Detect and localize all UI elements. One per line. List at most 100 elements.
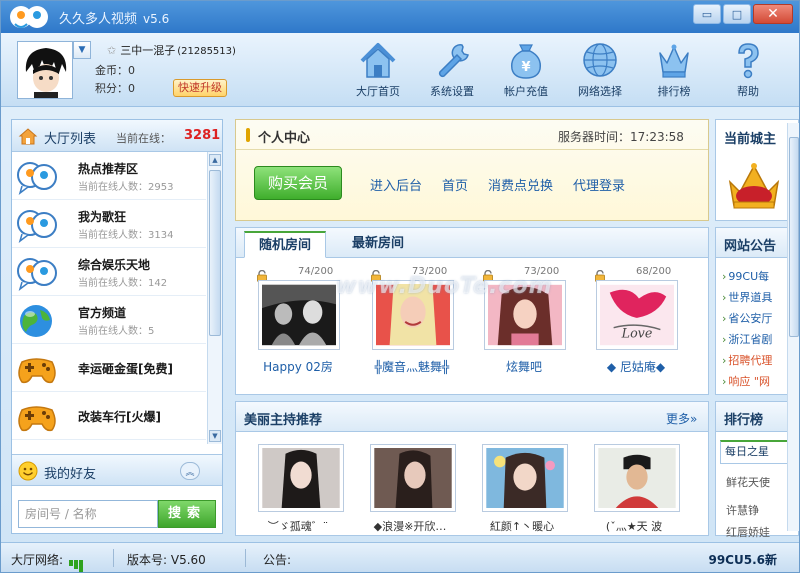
globe-icon xyxy=(583,43,617,77)
app-logo-icon xyxy=(10,6,48,28)
notice-item[interactable]: 浙江省剧 xyxy=(722,329,772,350)
gamepad-icon xyxy=(18,358,56,384)
avatar[interactable] xyxy=(17,41,73,99)
tab-random-rooms[interactable]: 随机房间 xyxy=(244,231,327,258)
hall-item-singing[interactable]: 我为歌狂 当前在线人数：3134 xyxy=(12,200,206,248)
nav-system-settings[interactable]: 系统设置 xyxy=(415,35,489,103)
signal-bars-icon xyxy=(68,560,83,572)
tab-daily-star[interactable]: 每日之星 xyxy=(720,440,790,464)
hall-item-official[interactable]: 官方频道 当前在线人数：5 xyxy=(12,296,206,344)
host-card[interactable]: ◆浪漫※开欣… xyxy=(350,444,456,536)
hosts-header: 美丽主持推荐 更多» xyxy=(236,402,708,432)
star-icon: ✩ xyxy=(107,44,117,57)
wrench-icon xyxy=(438,44,469,78)
tab-newest-rooms[interactable]: 最新房间 xyxy=(338,231,418,258)
earth-icon xyxy=(20,305,52,337)
host-card[interactable]: (ˇ灬★天 波 xyxy=(574,444,680,536)
link-points-exchange[interactable]: 消费点兑换 xyxy=(488,175,553,194)
minimize-button[interactable]: ▭ xyxy=(693,4,721,24)
host-card[interactable]: 紅颜↑丶暖心 xyxy=(462,444,568,536)
notice-item[interactable]: 99CU每 xyxy=(722,266,772,287)
version-info: 版本号: V5.60 xyxy=(127,553,206,567)
maximize-button[interactable]: □ xyxy=(723,4,751,24)
svg-text:¥: ¥ xyxy=(521,60,530,75)
header-accent-bar xyxy=(246,128,250,142)
rank-item[interactable]: 鲜花天使 xyxy=(726,474,770,490)
notice-list: 99CU每 世界道具 省公安厅 浙江省剧 招聘代理 响应 "网 xyxy=(722,266,772,392)
nav-hall-home[interactable]: 大厅首页 xyxy=(341,35,415,103)
room-card[interactable]: 73/200 ╬魔音灬魅舞╬ xyxy=(354,266,458,378)
chevron-up-icon: ︽ xyxy=(185,467,195,478)
rank-item[interactable]: 许慧铮 xyxy=(726,502,759,518)
announcement-label: 公告: xyxy=(263,553,292,567)
collapse-button[interactable]: ︽ xyxy=(180,462,200,480)
host-card[interactable]: ︶ゞ孤魂゛¨ xyxy=(238,444,344,536)
room-thumbnail[interactable] xyxy=(484,280,566,350)
link-agent-login[interactable]: 代理登录 xyxy=(573,175,625,194)
points-count: 积分：0 xyxy=(95,82,135,95)
personal-center-panel: 个人中心 服务器时间：17:23:58 购买会员 进入后台 首页 消费点兑换 代… xyxy=(235,119,709,221)
link-admin[interactable]: 进入后台 xyxy=(370,175,422,194)
app-title: 久久多人视频 v5.6 xyxy=(59,12,170,27)
chat-bubbles-icon xyxy=(17,162,57,195)
buy-membership-button[interactable]: 购买会员 xyxy=(254,166,342,200)
hall-panel: 大厅列表 当前在线： 3281 热点推荐区 当前在线人数：2953 我为歌狂 当… xyxy=(11,119,223,534)
title-bar[interactable]: 久久多人视频 v5.6 ▭ □ ✕ xyxy=(1,1,799,33)
room-thumbnail[interactable] xyxy=(372,280,454,350)
host-thumbnail[interactable] xyxy=(482,444,568,512)
host-thumbnail[interactable] xyxy=(258,444,344,512)
nav-help[interactable]: 帮助 xyxy=(711,35,785,103)
hall-list: 热点推荐区 当前在线人数：2953 我为歌狂 当前在线人数：3134 综合娱乐天… xyxy=(12,152,206,442)
crown-icon xyxy=(659,44,689,78)
notice-item[interactable]: 省公安厅 xyxy=(722,308,772,329)
hall-item-entertainment[interactable]: 综合娱乐天地 当前在线人数：142 xyxy=(12,248,206,296)
my-friends-header[interactable]: 我的好友 ︽ xyxy=(12,454,222,486)
home-icon xyxy=(360,43,396,78)
version-news[interactable]: 99CU5.6新 xyxy=(708,551,777,568)
close-button[interactable]: ✕ xyxy=(753,4,793,24)
hall-item-lucky-egg[interactable]: 幸运砸金蛋[免费] xyxy=(12,344,206,392)
notice-item[interactable]: 世界道具 xyxy=(722,287,772,308)
hall-item-hot[interactable]: 热点推荐区 当前在线人数：2953 xyxy=(12,152,206,200)
hall-list-header: 大厅列表 当前在线： 3281 xyxy=(12,120,222,152)
hall-item-car-mod[interactable]: 改装车行[火爆] xyxy=(12,392,206,440)
scroll-down-icon[interactable]: ▼ xyxy=(209,430,221,442)
chevron-down-icon: ▼ xyxy=(78,45,86,55)
search-button[interactable]: 搜索 xyxy=(158,500,216,528)
right-scrollbar[interactable] xyxy=(787,123,799,531)
room-card[interactable]: 74/200 Happy 02房 xyxy=(240,266,344,378)
gold-count: 金币：0 xyxy=(95,64,135,77)
quick-upgrade-button[interactable]: 快速升级 xyxy=(173,79,227,97)
avatar-image xyxy=(18,42,72,98)
scroll-up-icon[interactable]: ▲ xyxy=(209,154,221,166)
notice-item[interactable]: 响应 "网 xyxy=(722,371,772,392)
header: ▼ ✩三中一混子(21285513) 金币：0 积分：0 快速升级 大厅首页 xyxy=(1,33,799,107)
host-thumbnail[interactable] xyxy=(370,444,456,512)
hall-list-scrollbar[interactable]: ▲ ▼ xyxy=(207,152,222,444)
main-window: 久久多人视频 v5.6 ▭ □ ✕ ▼ ✩ 三中一混子 (21285513) 金币：0… xyxy=(0,0,800,573)
room-card[interactable]: 73/200 炫舞吧 xyxy=(466,266,570,378)
room-thumbnail[interactable]: Love xyxy=(596,280,678,350)
room-image xyxy=(376,282,450,346)
server-time: 服务器时间：17:23:58 xyxy=(558,130,684,144)
rank-item[interactable]: 红唇娇娃 xyxy=(726,524,770,540)
avatar-dropdown-button[interactable]: ▼ xyxy=(73,41,91,59)
more-link[interactable]: 更多» xyxy=(666,410,697,427)
status-bar: 大厅网络: 版本号: V5.60 公告: 99CU5.6新 xyxy=(1,542,799,572)
link-home[interactable]: 首页 xyxy=(442,175,468,194)
scrollbar-thumb[interactable] xyxy=(789,137,799,337)
nav-account-recharge[interactable]: ¥ 帐户充值 xyxy=(489,35,563,103)
room-search-input[interactable]: 房间号 / 名称 xyxy=(18,500,158,528)
chat-bubbles-icon xyxy=(17,210,57,243)
room-thumbnail[interactable] xyxy=(258,280,340,350)
scrollbar-thumb[interactable] xyxy=(209,170,221,336)
host-thumbnail[interactable] xyxy=(594,444,680,512)
room-image xyxy=(262,284,336,346)
divider xyxy=(113,549,114,567)
money-bag-icon: ¥ xyxy=(510,44,542,79)
room-card[interactable]: 68/200 Love ◆ 尼姑庵◆ xyxy=(578,266,682,378)
user-name: ✩ 三中一混子 (21285513) xyxy=(107,44,236,57)
notice-item[interactable]: 招聘代理 xyxy=(722,350,772,371)
nav-leaderboard[interactable]: 排行榜 xyxy=(637,35,711,103)
nav-network-select[interactable]: 网络选择 xyxy=(563,35,637,103)
